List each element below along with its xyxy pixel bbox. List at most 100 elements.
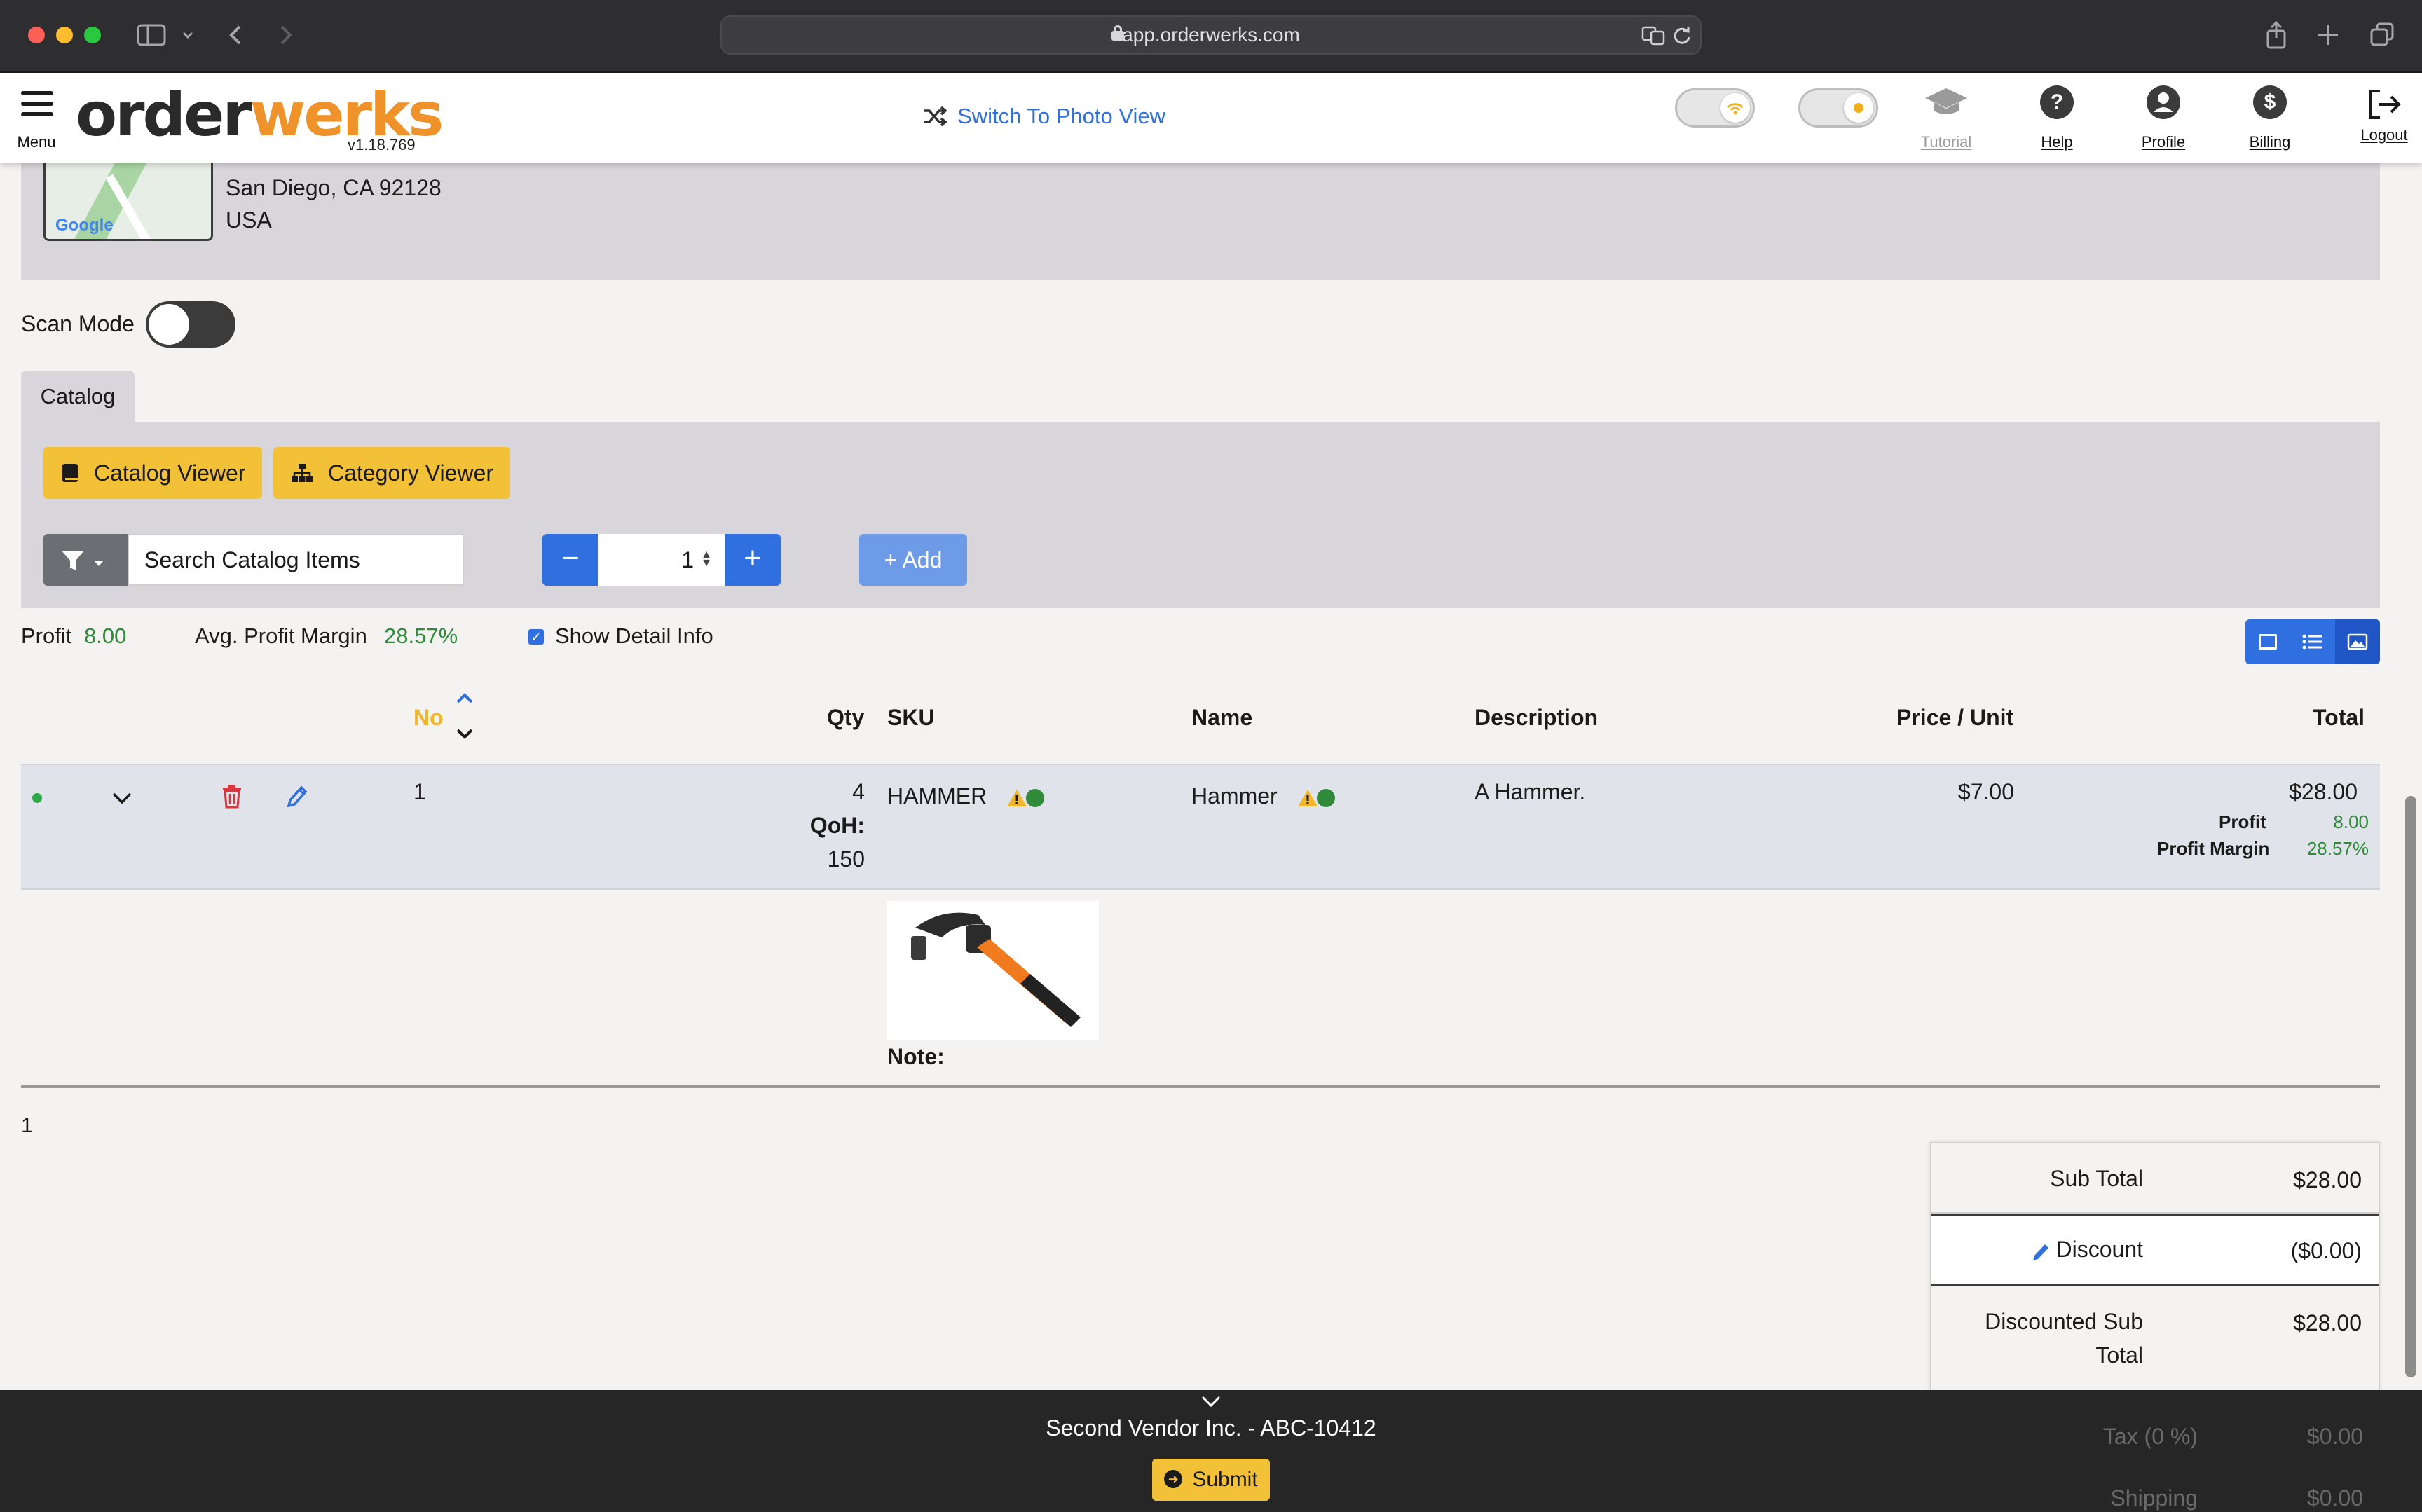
hammer-product-image[interactable] [887,901,1099,1040]
photo-view-button[interactable] [2335,619,2380,664]
menu-button[interactable]: Menu [15,87,57,151]
help-label: Help [2041,133,2073,151]
table-divider [21,1085,2380,1088]
column-header-price-unit: Price / Unit [1896,705,2014,730]
switch-to-photo-view-link[interactable]: Switch To Photo View [922,102,1165,130]
show-detail-checkbox[interactable]: ✓ [528,629,544,645]
row-qty: 4 [852,779,865,804]
sun-icon [1844,93,1873,123]
row-name: Hammer [1191,783,1335,809]
chevron-down-icon[interactable] [181,20,195,50]
theme-toggle[interactable] [1798,88,1878,128]
reload-icon[interactable] [1672,25,1692,46]
logout-link[interactable]: Logout [2348,85,2421,144]
app-header: Menu orderwerks v1.18.769 Switch To Phot… [0,73,2422,163]
discount-row[interactable]: Discount ($0.00) [1931,1214,2379,1286]
profile-link[interactable]: Profile [2125,85,2202,151]
sub-total-row: Sub Total $28.00 [1931,1143,2379,1214]
app-version: v1.18.769 [348,136,416,153]
row-margin-label: Profit Margin [2157,838,2270,859]
category-viewer-label: Category Viewer [328,460,493,486]
warning-icon[interactable] [1297,788,1318,808]
tutorial-label: Tutorial [1920,133,1972,151]
column-header-qty: Qty [827,705,865,730]
quickbooks-icon[interactable] [1026,788,1045,807]
view-mode-toggle-group [2245,619,2380,664]
table-row [21,764,2380,890]
row-price: $7.00 [1957,779,2014,804]
map-thumbnail[interactable]: Google [43,163,213,241]
profile-label: Profile [2141,133,2186,151]
translate-icon[interactable] [1641,25,1667,46]
status-dot [32,793,42,803]
column-header-total: Total [2313,705,2365,730]
search-catalog-input[interactable] [128,534,464,586]
user-icon [2147,85,2180,119]
sort-arrows-icon[interactable] [454,689,475,745]
browser-titlebar: app.orderwerks.com [0,0,2422,73]
chevron-down-icon[interactable] [1200,1394,1222,1408]
scan-mode-label: Scan Mode [21,311,135,336]
row-description: A Hammer. [1475,779,1586,804]
filter-dropdown-button[interactable] [43,534,128,586]
wifi-toggle[interactable] [1675,88,1755,128]
address-panel: Google San Diego, CA 92128 USA [21,163,2380,280]
minimize-window-button[interactable] [56,27,73,43]
row-qoh-label: QoH: [809,813,865,838]
tax-value: $0.00 [2306,1424,2363,1449]
column-header-no[interactable]: No [413,705,444,731]
discount-value: ($0.00) [2290,1238,2362,1263]
show-detail-label[interactable]: Show Detail Info [555,624,713,649]
quantity-increment-button[interactable]: + [725,534,781,586]
share-icon[interactable] [2264,20,2289,50]
pencil-icon [2032,1244,2048,1260]
spinner-arrows-icon[interactable]: ▲ ▼ [701,549,712,569]
forward-arrow-icon[interactable] [275,20,296,50]
list-view-button[interactable] [2290,619,2335,664]
add-item-button[interactable]: + Add [859,534,967,586]
category-viewer-button[interactable]: Category Viewer [273,447,510,499]
row-note-label: Note: [887,1044,945,1069]
submit-label: Submit [1192,1468,1258,1491]
warning-icon[interactable] [1006,788,1027,808]
logout-label: Logout [2360,126,2408,144]
chevron-down-icon[interactable] [109,788,135,809]
billing-label: Billing [2249,133,2291,151]
pagination-page-number[interactable]: 1 [21,1114,33,1138]
submit-button[interactable]: ➜ Submit [1152,1459,1270,1501]
tab-catalog[interactable]: Catalog [21,371,135,422]
column-header-name: Name [1191,705,1253,730]
tab-overview-icon[interactable] [2369,20,2395,50]
row-name-text: Hammer [1191,783,1278,809]
quantity-decrement-button[interactable]: − [542,534,598,586]
quantity-input[interactable]: 1 ▲ ▼ [598,534,725,586]
sidebar-icon[interactable] [136,20,167,50]
sub-total-label: Sub Total [2050,1166,2143,1191]
discount-label[interactable]: Discount [1933,1232,2143,1266]
catalog-viewer-button[interactable]: Catalog Viewer [43,447,263,499]
help-link[interactable]: ? Help [2018,85,2095,151]
pencil-icon[interactable] [286,783,310,807]
row-margin-value: 28.57% [2306,838,2369,859]
tutorial-link[interactable]: Tutorial [1908,85,1985,151]
discounted-sub-total-label: Discounted Sub Total [1985,1309,2143,1368]
new-tab-icon[interactable] [2315,20,2341,50]
compact-view-button[interactable] [2245,619,2290,664]
hamburger-icon [21,91,53,118]
back-arrow-icon[interactable] [226,20,247,50]
close-window-button[interactable] [28,27,45,43]
avg-margin-label: Avg. Profit Margin [195,624,367,648]
avg-margin-value: 28.57% [384,624,458,648]
catalog-panel: Catalog Viewer Category Viewer − 1 ▲▼ + … [21,422,2380,608]
address-bar[interactable]: app.orderwerks.com [720,15,1702,55]
url-text[interactable]: app.orderwerks.com [722,17,1700,53]
shipping-value: $0.00 [2306,1485,2363,1511]
trash-icon[interactable] [221,783,242,809]
maximize-window-button[interactable] [84,27,101,43]
scan-mode-toggle[interactable] [146,301,235,348]
catalog-viewer-label: Catalog Viewer [94,460,246,486]
quickbooks-icon[interactable] [1316,788,1335,807]
billing-link[interactable]: $ Billing [2231,85,2308,151]
page-scrollbar[interactable] [2405,796,2416,1377]
row-qoh-value: 150 [827,846,865,872]
